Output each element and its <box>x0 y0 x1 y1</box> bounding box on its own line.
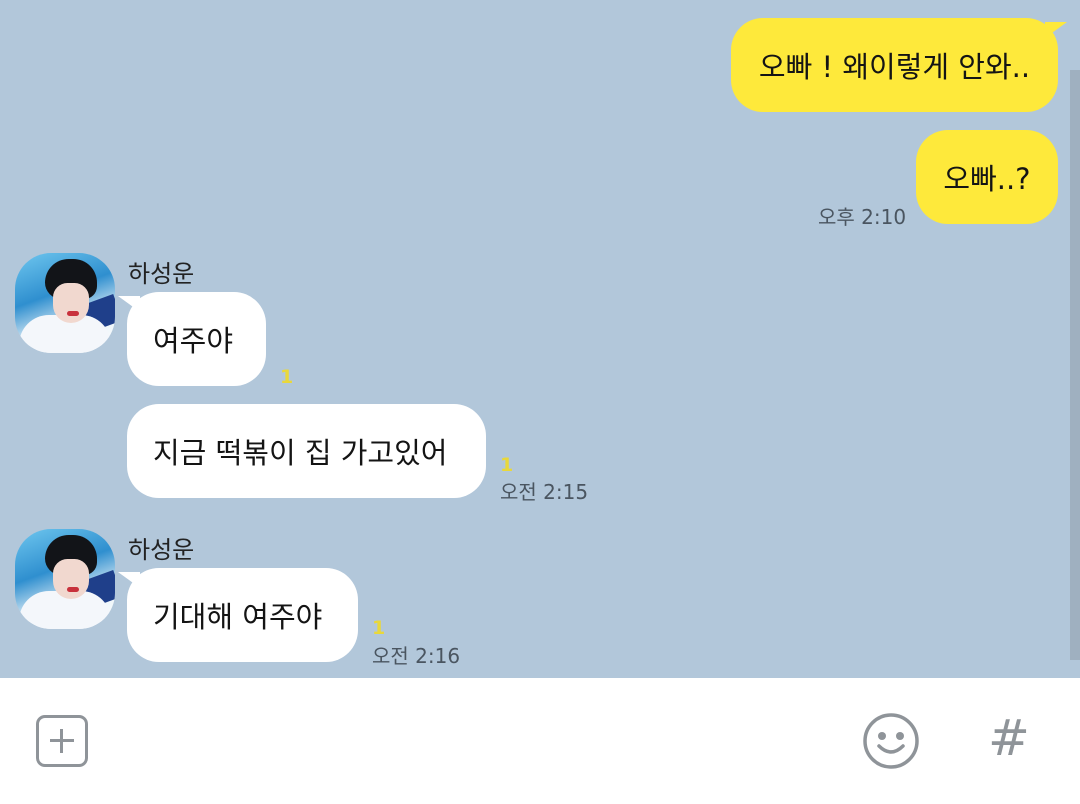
message-time: 오전 2:16 <box>372 644 461 668</box>
message-text: 오빠..? <box>943 162 1031 196</box>
avatar[interactable] <box>15 529 115 629</box>
my-message-bubble[interactable]: 오빠..? <box>916 130 1058 224</box>
message-text: 지금 떡볶이 집 가고있어 <box>153 436 448 470</box>
their-message-bubble[interactable]: 기대해 여주야 <box>127 568 358 662</box>
plus-square-icon[interactable] <box>36 715 88 767</box>
their-message-bubble[interactable]: 지금 떡볶이 집 가고있어 <box>127 404 486 498</box>
my-message-bubble[interactable]: 오빠 ! 왜이렇게 안와.. <box>731 18 1058 112</box>
message-time: 오전 2:15 <box>500 480 589 504</box>
hashtag-search-button[interactable]: # <box>986 708 1032 768</box>
unread-count: 1 <box>500 454 514 476</box>
scrollbar[interactable] <box>1070 70 1080 660</box>
unread-count: 1 <box>372 617 386 639</box>
message-text: 기대해 여주야 <box>153 600 323 634</box>
message-text: 여주야 <box>153 324 234 358</box>
message-input-bar[interactable]: # <box>0 678 1080 804</box>
chat-area[interactable]: 오빠 ! 왜이렇게 안와.. 오빠..? 오후 2:10 하성운 여주야 1 지… <box>0 0 1080 678</box>
message-text: 오빠 ! 왜이렇게 안와.. <box>758 50 1031 84</box>
sender-name: 하성운 <box>128 536 195 564</box>
smiley-icon[interactable] <box>862 712 920 770</box>
avatar[interactable] <box>15 253 115 353</box>
message-time: 오후 2:10 <box>818 205 907 229</box>
sender-name: 하성운 <box>128 260 195 288</box>
unread-count: 1 <box>280 366 294 388</box>
bubble-tail <box>1045 22 1067 38</box>
their-message-bubble[interactable]: 여주야 <box>127 292 266 386</box>
